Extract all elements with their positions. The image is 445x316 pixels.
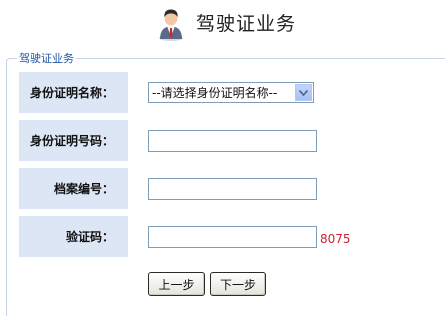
id-number-input[interactable] <box>148 130 317 152</box>
file-number-input[interactable] <box>148 178 317 200</box>
header: 驾驶证业务 <box>0 0 445 46</box>
chevron-down-icon[interactable] <box>295 84 312 101</box>
page: 驾驶证业务 驾驶证业务 身份证明名称： --请选择身份证明名称-- 身份证明号码… <box>0 0 445 316</box>
id-type-select[interactable]: --请选择身份证明名称-- <box>148 82 314 103</box>
user-avatar-icon <box>159 9 183 41</box>
next-step-button[interactable]: 下一步 <box>210 272 266 296</box>
id-type-selected-value: --请选择身份证明名称-- <box>152 86 278 100</box>
captcha-input[interactable] <box>148 226 317 248</box>
page-title: 驾驶证业务 <box>196 13 297 35</box>
id-number-label: 身份证明号码： <box>19 120 128 161</box>
previous-step-button[interactable]: 上一步 <box>148 272 205 296</box>
captcha-code: 8075 <box>320 232 351 246</box>
id-type-label: 身份证明名称： <box>19 72 128 113</box>
captcha-label: 验证码： <box>19 216 128 257</box>
file-number-label: 档案编号： <box>19 168 128 209</box>
section-legend: 驾驶证业务 <box>19 52 74 65</box>
